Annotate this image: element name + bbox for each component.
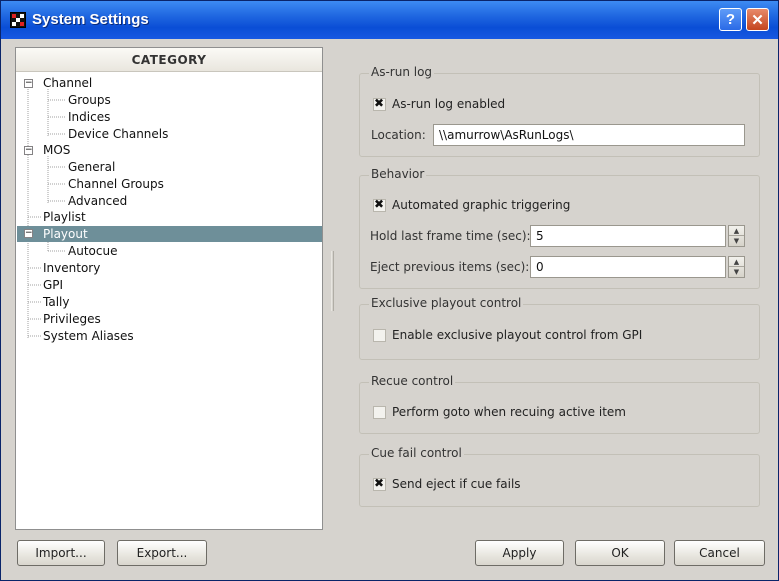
recue-goto-checkbox[interactable] [373, 406, 386, 419]
tree-item-channel-groups[interactable]: Channel Groups [68, 176, 164, 192]
tree-item-playout[interactable]: Playout [43, 226, 88, 242]
behavior-group-title: Behavior [369, 167, 427, 181]
tree-item-playlist[interactable]: Playlist [43, 209, 86, 225]
tree-item-tally[interactable]: Tally [43, 294, 69, 310]
eject-previous-spinner[interactable]: ▲ ▼ [728, 256, 745, 278]
window-title: System Settings [32, 11, 149, 28]
asrun-group-title: As-run log [369, 65, 435, 79]
recue-group-title: Recue control [369, 374, 456, 388]
tree-item-advanced[interactable]: Advanced [68, 193, 127, 209]
exclusive-group-title: Exclusive playout control [369, 296, 524, 310]
system-settings-window: System Settings ? ✕ CATEGORY − Channel G… [0, 0, 779, 581]
asrun-enabled-label: As-run log enabled [392, 97, 506, 111]
hold-frame-spinner[interactable]: ▲ ▼ [728, 225, 745, 247]
cuefail-group-title: Cue fail control [369, 446, 464, 460]
channel-expander[interactable]: − [24, 79, 33, 88]
exclusive-control-checkbox[interactable] [373, 329, 386, 342]
exclusive-control-label: Enable exclusive playout control from GP… [392, 328, 643, 342]
hold-frame-input[interactable]: 5 [530, 225, 726, 247]
cancel-button[interactable]: Cancel [674, 540, 765, 566]
eject-previous-label: Eject previous items (sec): [370, 260, 530, 274]
tree-item-inventory[interactable]: Inventory [43, 260, 100, 276]
mos-expander[interactable]: − [24, 146, 33, 155]
category-tree: CATEGORY − Channel Groups Indices Device… [15, 47, 323, 530]
tree-item-mos[interactable]: MOS [43, 142, 70, 158]
location-label: Location: [371, 128, 426, 142]
apply-button[interactable]: Apply [475, 540, 564, 566]
playout-expander[interactable]: − [24, 229, 33, 238]
tree-item-groups[interactable]: Groups [68, 92, 111, 108]
export-button[interactable]: Export... [117, 540, 207, 566]
send-eject-label: Send eject if cue fails [392, 477, 521, 491]
location-input[interactable]: \\amurrow\AsRunLogs\ [433, 124, 745, 146]
chevron-up-icon[interactable]: ▲ [729, 257, 744, 267]
chevron-down-icon[interactable]: ▼ [729, 236, 744, 246]
tree-item-indices[interactable]: Indices [68, 109, 110, 125]
auto-trigger-label: Automated graphic triggering [392, 198, 571, 212]
eject-previous-input[interactable]: 0 [530, 256, 726, 278]
tree-item-channel[interactable]: Channel [43, 75, 92, 91]
title-bar[interactable]: System Settings ? ✕ [1, 1, 778, 39]
help-icon: ? [725, 11, 736, 28]
close-icon: ✕ [751, 11, 764, 29]
ok-button[interactable]: OK [575, 540, 665, 566]
asrun-enabled-checkbox[interactable] [373, 96, 386, 111]
recue-goto-label: Perform goto when recuing active item [392, 405, 626, 419]
tree-item-general[interactable]: General [68, 159, 115, 175]
tree-item-system-aliases[interactable]: System Aliases [43, 328, 134, 344]
help-button[interactable]: ? [719, 8, 742, 31]
auto-trigger-checkbox[interactable] [373, 197, 386, 212]
tree-item-autocue[interactable]: Autocue [68, 243, 117, 259]
close-button[interactable]: ✕ [746, 8, 769, 31]
splitter-handle[interactable] [331, 251, 334, 311]
import-button[interactable]: Import... [17, 540, 105, 566]
tree-item-privileges[interactable]: Privileges [43, 311, 101, 327]
tree-item-device-channels[interactable]: Device Channels [68, 126, 168, 142]
chevron-down-icon[interactable]: ▼ [729, 267, 744, 277]
tree-item-gpi[interactable]: GPI [43, 277, 63, 293]
app-logo-icon [10, 12, 26, 28]
chevron-up-icon[interactable]: ▲ [729, 226, 744, 236]
hold-frame-label: Hold last frame time (sec): [370, 229, 531, 243]
send-eject-checkbox[interactable] [373, 476, 386, 491]
